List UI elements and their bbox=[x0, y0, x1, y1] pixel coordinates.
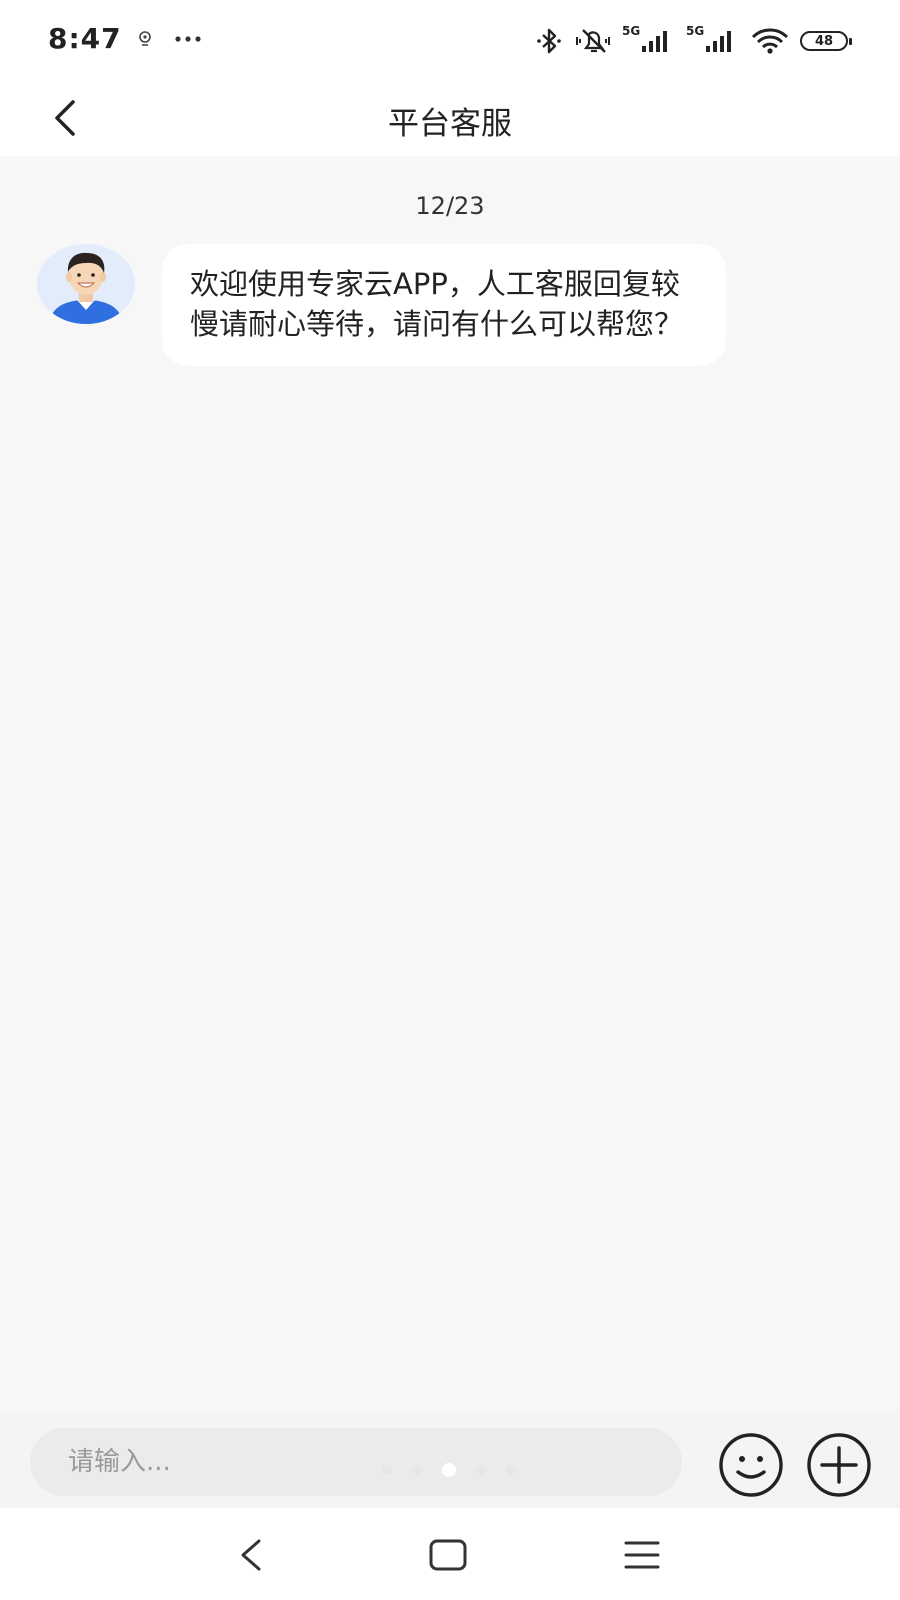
page-dot bbox=[382, 1465, 392, 1475]
page-dot bbox=[506, 1465, 516, 1475]
page-title: 平台客服 bbox=[388, 106, 512, 142]
signal-1-label: 5G bbox=[622, 24, 641, 38]
message-input[interactable] bbox=[30, 1428, 682, 1496]
battery-level: 48 bbox=[814, 33, 834, 49]
battery-icon: 48 bbox=[800, 31, 852, 51]
header: 平台客服 bbox=[0, 80, 900, 156]
nav-menu-button[interactable] bbox=[614, 1530, 670, 1580]
status-right-icons: 5G 5G 48 bbox=[534, 24, 852, 58]
status-bar: 8:47 5G 5G 48 bbox=[0, 0, 900, 80]
mute-icon bbox=[576, 29, 610, 53]
nav-menu-icon bbox=[624, 1541, 660, 1569]
page-dot-active bbox=[442, 1463, 456, 1477]
bluetooth-icon bbox=[537, 28, 561, 54]
status-time: 8:47 bbox=[48, 22, 122, 55]
input-bar bbox=[0, 1412, 900, 1508]
page-dot bbox=[412, 1465, 422, 1475]
location-icon bbox=[139, 31, 151, 46]
smiley-icon bbox=[719, 1433, 783, 1497]
message-bubble[interactable]: 欢迎使用专家云APP，人工客服回复较慢请耐心等待，请问有什么可以帮您？ bbox=[162, 244, 726, 366]
signal-1-icon: 5G bbox=[622, 24, 676, 54]
nav-home-icon bbox=[429, 1539, 467, 1571]
wifi-icon bbox=[751, 28, 789, 54]
nav-back-icon bbox=[241, 1539, 261, 1571]
page-indicator bbox=[382, 1463, 516, 1477]
agent-avatar[interactable] bbox=[37, 244, 135, 324]
signal-2-label: 5G bbox=[686, 24, 705, 38]
page-dot bbox=[476, 1465, 486, 1475]
status-left-icons bbox=[138, 30, 202, 48]
agent-avatar-icon bbox=[37, 244, 135, 324]
signal-2-icon: 5G bbox=[686, 24, 740, 54]
chat-area[interactable]: 12/23 欢迎使用专家云APP，人工客服回复较慢请耐心等待，请问有什么可以帮您… bbox=[0, 156, 900, 1412]
system-nav-bar bbox=[0, 1508, 900, 1600]
add-button[interactable] bbox=[806, 1432, 872, 1498]
date-separator: 12/23 bbox=[415, 192, 485, 220]
emoji-button[interactable] bbox=[718, 1432, 784, 1498]
more-dots-icon bbox=[175, 36, 201, 42]
plus-circle-icon bbox=[807, 1433, 871, 1497]
message-text: 欢迎使用专家云APP，人工客服回复较慢请耐心等待，请问有什么可以帮您？ bbox=[190, 267, 684, 341]
nav-back-button[interactable] bbox=[222, 1530, 278, 1580]
nav-home-button[interactable] bbox=[420, 1530, 476, 1580]
